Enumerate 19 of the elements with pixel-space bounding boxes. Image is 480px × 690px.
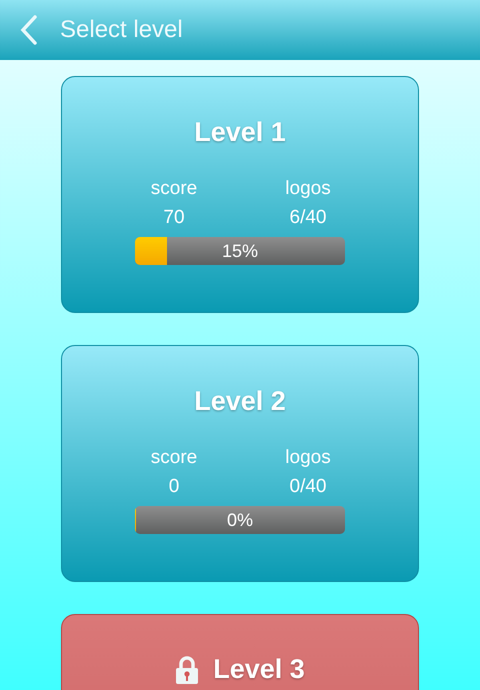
- score-label: score: [150, 447, 198, 469]
- screen-title: Select level: [60, 16, 183, 44]
- level-card[interactable]: Level 2 score 0 logos 0/40 0%: [61, 345, 419, 582]
- progress-percent: 15%: [222, 240, 258, 262]
- lock-icon: [175, 656, 200, 684]
- logos-label: logos: [285, 447, 331, 469]
- level-card[interactable]: Level 3: [61, 614, 419, 690]
- level-title: Level 2: [194, 386, 286, 417]
- score-value: 0: [168, 476, 180, 498]
- score-label: score: [150, 178, 198, 200]
- level-title: Level 3: [213, 654, 305, 685]
- logos-value: 0/40: [290, 476, 326, 498]
- back-icon[interactable]: [20, 15, 38, 45]
- logos-value: 6/40: [290, 207, 326, 229]
- progress-percent: 0%: [226, 510, 253, 530]
- level-card[interactable]: Level 1 score 70 logos 6/40 15%: [61, 76, 419, 313]
- logos-label: logos: [285, 178, 331, 200]
- level-title: Level 1: [194, 117, 286, 148]
- score-value: 70: [163, 207, 185, 229]
